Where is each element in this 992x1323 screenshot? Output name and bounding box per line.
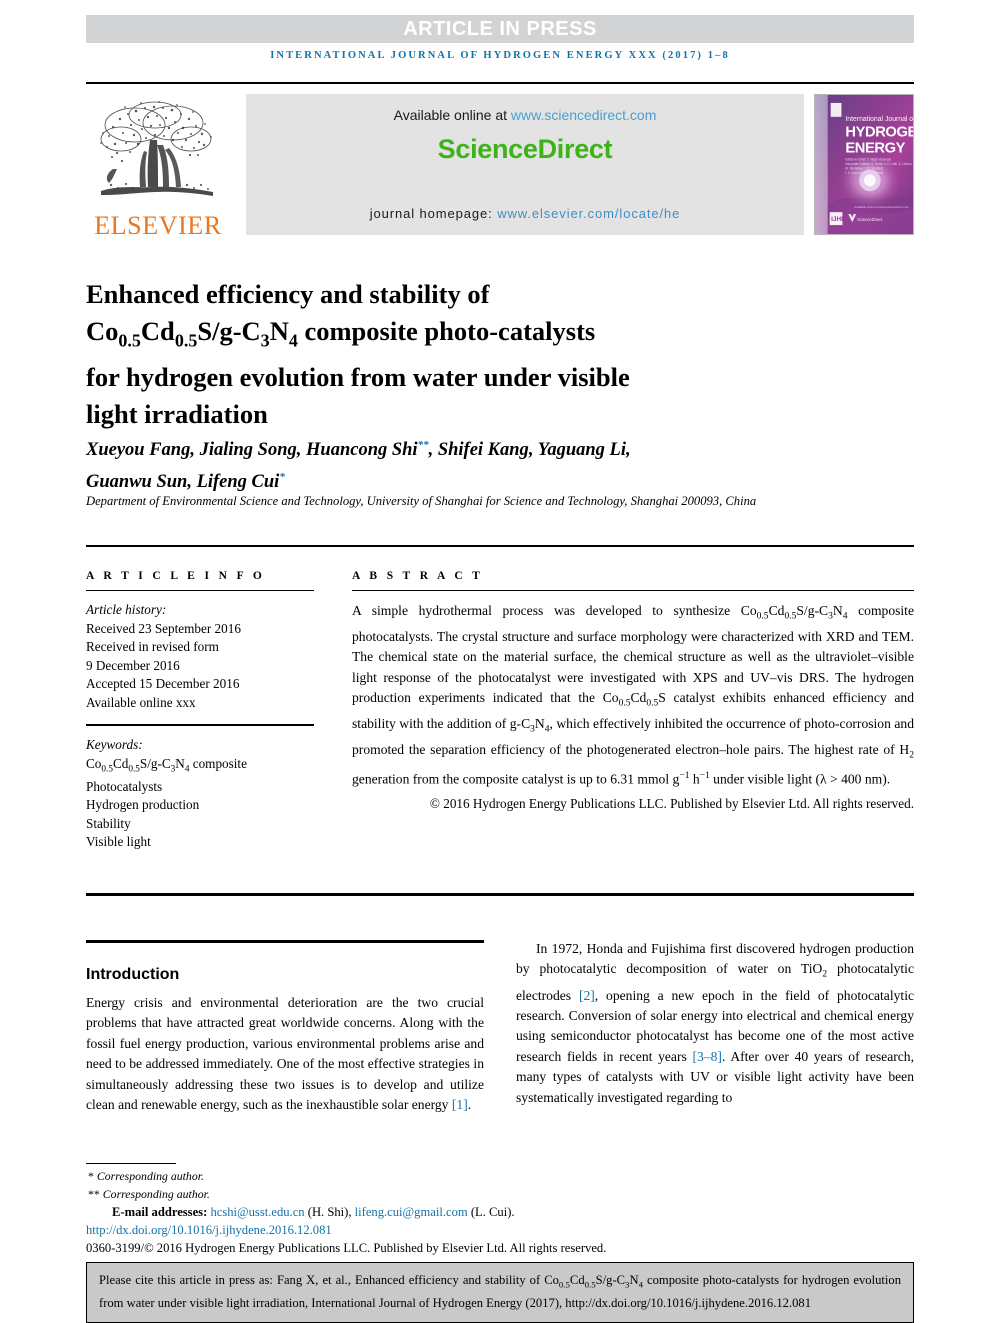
author-list: Xueyou Fang, Jialing Song, Huancong Shi*… [86,439,631,493]
article-info-column: A R T I C L E I N F O Article history: R… [86,570,314,852]
elsevier-logo: ELSEVIER [86,86,230,241]
body-section-rule [86,893,914,896]
svg-text:HYDROGEN: HYDROGEN [845,125,913,141]
footnote-email-line: E-mail addresses: hcshi@usst.edu.cn (H. … [86,1203,786,1221]
email-addresses-label: E-mail addresses: [112,1205,208,1219]
email-owner-shi: (H. Shi), [307,1205,352,1219]
svg-text:Editor-in-Chief: T. Nejat Vezi: Editor-in-Chief: T. Nejat Veziroglu [845,158,891,162]
author-name: Huancong Shi [306,440,418,461]
article-history-label: Article history: [86,602,167,617]
footnote-rule [86,1163,176,1164]
keyword-item: Stability [86,815,131,831]
svg-text:M. Momirlan, J.W. Sheffield,: M. Momirlan, J.W. Sheffield, [845,166,884,170]
author-affiliation: Department of Environmental Science and … [86,494,757,508]
journal-homepage-prefix: journal homepage: [369,206,498,221]
footnote-corresponding-1-text: Corresponding author. [96,1169,204,1183]
svg-text:ENERGY: ENERGY [845,141,905,157]
svg-text:I. e. Iyuk and E.A. Ticianelli: I. e. Iyuk and E.A. Ticianelli [845,171,883,175]
elsevier-wordmark: ELSEVIER [94,211,222,240]
introduction-heading: Introduction [86,966,180,984]
author-name: Xueyou Fang [86,440,191,461]
article-received-date: Received 23 September 2016 [86,620,241,636]
reference-link-2[interactable]: [2] [579,988,595,1003]
keywords-divider [86,724,314,726]
corresponding-marker-single: * [279,471,285,484]
footnote-marker-single: * [88,1169,94,1183]
journal-cover-thumbnail: International Journal of HYDROGEN ENERGY… [814,94,914,235]
sciencedirect-banner: Available online at www.sciencedirect.co… [246,94,804,235]
introduction-paragraph-2: In 1972, Honda and Fujishima first disco… [516,941,914,1105]
body-column-right: In 1972, Honda and Fujishima first disco… [516,939,914,1108]
introduction-paragraph-1: Energy crisis and environmental deterior… [86,995,484,1113]
abstract-copyright: © 2016 Hydrogen Energy Publications LLC.… [429,795,914,811]
title-line-1: Enhanced efficiency and stability of [86,278,490,309]
doi-link[interactable]: http://dx.doi.org/10.1016/j.ijhydene.201… [86,1221,786,1239]
svg-text:Associate Editors: S. Dutta, D: Associate Editors: S. Dutta, D.O. Hall, … [845,162,912,166]
abstract-text: A simple hydrothermal process was develo… [352,603,914,787]
article-available-online: Available online xxx [86,694,196,710]
svg-text:Available online at www.scienc: Available online at www.sciencedirect.co… [854,205,909,209]
abstract-column: A B S T R A C T A simple hydrothermal pr… [352,570,914,814]
footnote-marker-double: ** [88,1186,100,1201]
svg-text:ScienceDirect: ScienceDirect [857,217,883,222]
abstract-divider [352,590,914,591]
footnote-corresponding-2: ** Corresponding author. [86,1186,786,1204]
issn-copyright-line: 0360-3199/© 2016 Hydrogen Energy Publica… [86,1241,607,1255]
reference-link-1[interactable]: [1] [452,1097,468,1112]
svg-text:IJHE: IJHE [831,216,846,223]
reference-link-3-8[interactable]: [3–8] [693,1049,722,1064]
sciencedirect-url-link[interactable]: www.sciencedirect.com [511,107,657,123]
keyword-item: Co0.5Cd0.5S/g-C3N4 composite [86,755,247,774]
body-column-left: Energy crisis and environmental deterior… [86,993,484,1115]
introduction-rule [86,940,484,943]
article-accepted-date: Accepted 15 December 2016 [86,676,240,691]
email-link-cui[interactable]: lifeng.cui@gmail.com [355,1205,468,1219]
header-rule [86,82,914,84]
abstract-heading: A B S T R A C T [352,570,484,582]
author-name: Guanwu Sun [86,472,188,493]
footnote-block: * Corresponding author. ** Corresponding a… [86,1168,786,1257]
footnote-corresponding-1: * Corresponding author. [86,1168,786,1186]
article-info-heading: A R T I C L E I N F O [86,570,266,582]
svg-text:International Journal of: International Journal of [845,116,913,123]
available-online-prefix: Available online at [393,107,511,123]
article-info-divider [86,590,314,591]
journal-homepage-link[interactable]: www.elsevier.com/locate/he [497,206,680,221]
footnote-corresponding-2-text: Corresponding author. [102,1186,210,1201]
elsevier-tree-icon [100,101,213,196]
page-title: Enhanced efficiency and stability of Co0… [86,276,786,433]
available-online-line: Available online at www.sciencedirect.co… [246,107,804,123]
journal-reference-line: INTERNATIONAL JOURNAL OF HYDROGEN ENERGY… [270,50,730,61]
article-revised-label: Received in revised form [86,639,219,654]
keyword-item: Photocatalysts [86,778,163,794]
masthead: ELSEVIER Available online at www.science… [86,86,914,241]
email-owner-cui: (L. Cui). [470,1205,515,1219]
corresponding-marker-double: ** [417,439,429,451]
citation-notice-text: Please cite this article in press as: Fa… [99,1273,901,1311]
article-in-press-banner: ARTICLE IN PRESS [86,15,914,43]
journal-cover-art: International Journal of HYDROGEN ENERGY… [815,95,913,234]
article-in-press-label: ARTICLE IN PRESS [403,17,597,40]
email-link-shi[interactable]: hcshi@usst.edu.cn [210,1205,304,1219]
journal-homepage-line: journal homepage: www.elsevier.com/locat… [246,206,804,221]
keyword-item: Hydrogen production [86,797,200,813]
sciencedirect-wordmark: ScienceDirect [437,134,613,164]
citation-notice-box: Please cite this article in press as: Fa… [86,1262,914,1323]
author-name: Yaguang Li [537,440,626,461]
author-name: Shifei Kang [437,440,529,461]
author-name: Jialing Song [199,440,297,461]
keywords-label: Keywords: [86,737,143,752]
title-line-2: Co0.5Cd0.5S/g-C3N4 composite photo-catal… [86,315,596,351]
author-name: Lifeng Cui [196,472,280,493]
keyword-item: Visible light [86,834,151,850]
info-section-rule [86,545,914,547]
title-line-4: light irradiation [86,399,268,430]
title-line-3: for hydrogen evolution from water under … [86,362,630,393]
article-revised-date: 9 December 2016 [86,657,180,673]
